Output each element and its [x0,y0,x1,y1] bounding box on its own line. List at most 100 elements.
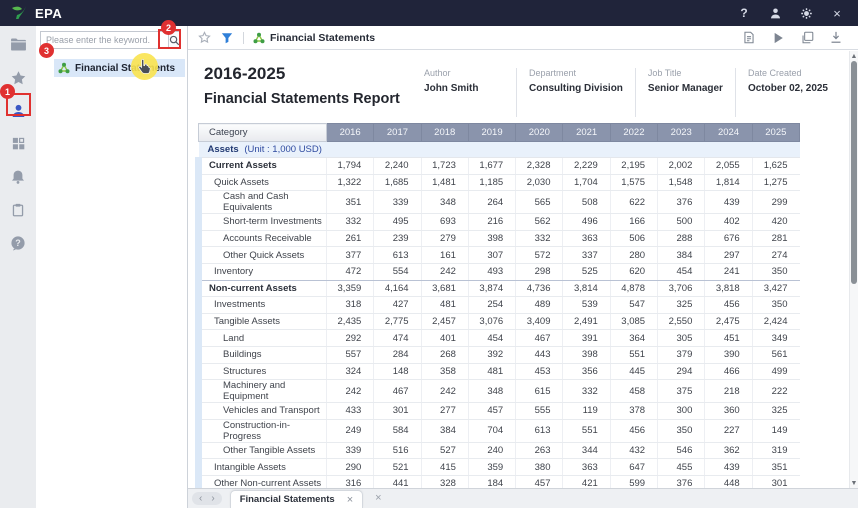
scroll-down-arrow-icon[interactable]: ▼ [850,478,858,488]
value-cell: 516 [374,442,421,459]
row-category-cell: Construction-in-Progress [199,419,327,442]
value-cell: 565 [516,191,563,214]
main-panel: Financial Statements 2016-2025 Financial… [188,26,858,508]
close-all-tabs-icon[interactable]: × [375,492,381,504]
run-play-icon[interactable] [771,31,785,45]
value-cell: 676 [705,230,752,247]
favorite-star-icon[interactable] [197,31,211,45]
assets-section-cell: Assets (Unit : 1,000 USD) [199,142,800,158]
tab-label: Financial Statements [240,494,335,505]
value-cell: 481 [421,297,468,314]
close-icon[interactable]: × [829,5,845,21]
meta-job-title: Job Title Senior Manager [635,68,735,117]
settings-gear-icon[interactable] [798,5,814,21]
value-cell: 613 [374,247,421,264]
row-category-cell: Structures [199,363,327,380]
annotation-badge-3: 3 [39,43,54,58]
year-column-header: 2021 [563,124,610,142]
value-cell: 398 [468,230,515,247]
help-icon[interactable]: ? [736,5,752,21]
scrollbar-thumb[interactable] [851,61,857,284]
meta-value: October 02, 2025 [748,83,828,94]
sidebar-item-notifications-bell-icon[interactable] [8,167,28,186]
download-icon[interactable] [829,31,843,45]
value-cell: 363 [563,230,610,247]
value-cell: 572 [516,247,563,264]
value-cell: 339 [374,191,421,214]
value-cell: 451 [705,330,752,347]
tab-next-icon[interactable]: › [211,494,214,504]
tab-prev-icon[interactable]: ‹ [199,494,202,504]
user-icon[interactable] [767,5,783,21]
value-cell: 1,548 [658,174,705,191]
value-cell: 261 [327,230,374,247]
value-cell: 241 [705,263,752,280]
value-cell: 297 [705,247,752,264]
search-input[interactable] [40,31,168,49]
vertical-scrollbar[interactable]: ▲ ▼ [849,51,858,488]
sidebar-item-user-reports-icon[interactable] [8,101,28,120]
row-category-cell: Buildings [199,346,327,363]
value-cell: 307 [468,247,515,264]
value-cell: 263 [516,442,563,459]
value-cell: 2,550 [658,313,705,330]
year-column-header: 2017 [374,124,421,142]
brand: EPA [0,5,62,21]
value-cell: 454 [658,263,705,280]
value-cell: 439 [705,191,752,214]
annotation-badge-1: 1 [0,84,15,99]
meta-value: Senior Manager [648,83,723,94]
assets-section-row: Assets (Unit : 1,000 USD) [199,142,800,158]
value-cell: 1,185 [468,174,515,191]
scroll-up-arrow-icon[interactable]: ▲ [850,51,858,61]
table-row: Other Quick Assets3776131613075723372803… [199,247,800,264]
value-cell: 281 [752,230,799,247]
financial-table-wrap: Category 2016201720182019202020212022202… [195,123,800,488]
value-cell: 350 [752,263,799,280]
value-cell: 467 [374,380,421,403]
value-cell: 1,685 [374,174,421,191]
sidebar-item-help-icon[interactable]: ? [8,233,28,252]
value-cell: 3,814 [563,280,610,297]
value-cell: 554 [374,263,421,280]
table-row: Construction-in-Progress2495843847046135… [199,419,800,442]
sidebar-item-folder-icon[interactable] [8,35,28,54]
value-cell: 319 [752,442,799,459]
value-cell: 647 [610,459,657,476]
sidebar-item-clipboard-icon[interactable] [8,200,28,219]
tree-item-financial-statements[interactable]: Financial Statements [54,59,185,77]
year-column-header: 2018 [421,124,468,142]
value-cell: 351 [327,191,374,214]
value-cell: 2,435 [327,313,374,330]
tab-financial-statements[interactable]: Financial Statements × [230,490,363,508]
value-cell: 615 [516,380,563,403]
value-cell: 495 [374,214,421,231]
report-title-block: 2016-2025 Financial Statements Report [204,64,424,117]
value-cell: 525 [563,263,610,280]
year-column-header: 2016 [327,124,374,142]
value-cell: 547 [610,297,657,314]
table-row: Intangible Assets29052141535938036364745… [199,459,800,476]
report-name: Financial Statements Report [204,91,424,107]
export-document-icon[interactable] [742,31,756,45]
value-cell: 3,818 [705,280,752,297]
value-cell: 227 [705,419,752,442]
value-cell: 448 [705,475,752,488]
table-row: Non-current Assets3,3594,1643,6813,8744,… [199,280,800,297]
value-cell: 1,723 [421,158,468,175]
tab-close-icon[interactable]: × [347,494,353,506]
sidebar-item-dashboard-grid-icon[interactable] [8,134,28,153]
value-cell: 439 [705,459,752,476]
value-cell: 3,681 [421,280,468,297]
value-cell: 264 [468,191,515,214]
filter-funnel-icon[interactable] [220,31,234,45]
report-metadata: Author John Smith Department Consulting … [424,68,840,117]
app-logo-icon [10,5,28,21]
value-cell: 2,457 [421,313,468,330]
brand-name: EPA [35,6,62,21]
value-cell: 362 [705,442,752,459]
value-cell: 166 [610,214,657,231]
copy-duplicate-icon[interactable] [800,31,814,45]
value-cell: 3,706 [658,280,705,297]
value-cell: 1,704 [563,174,610,191]
